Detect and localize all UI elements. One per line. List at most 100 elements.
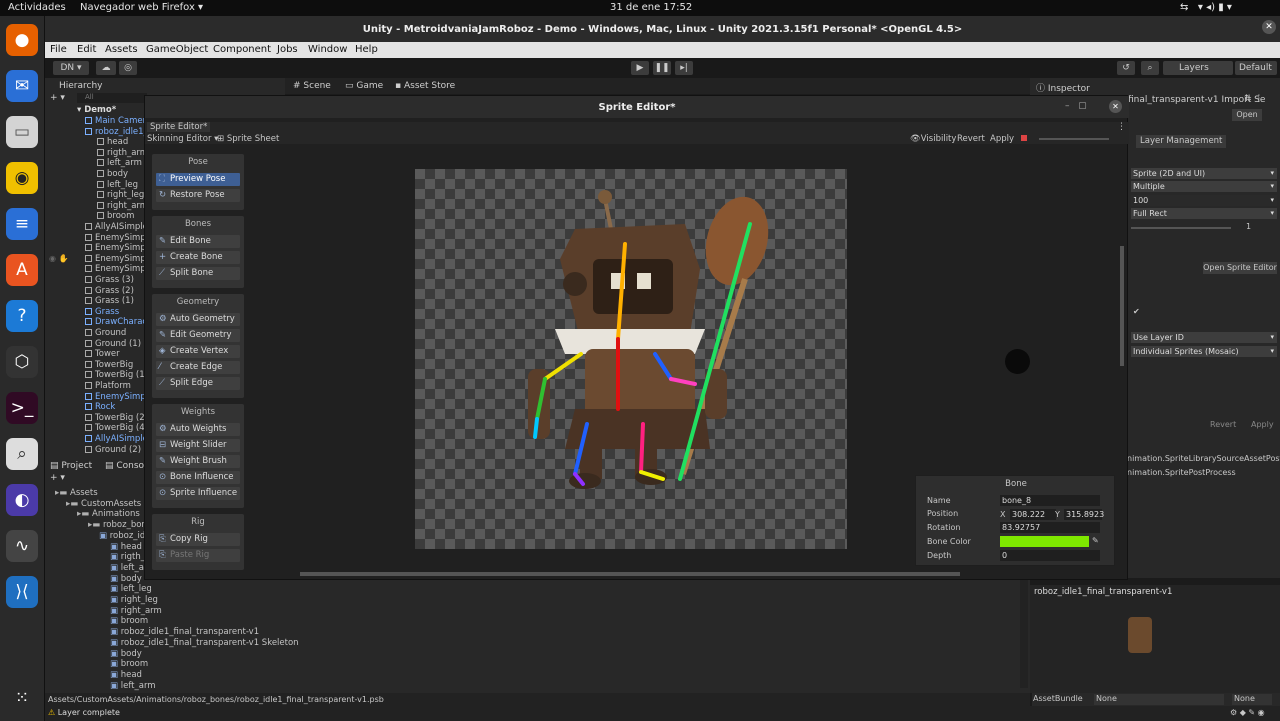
project-tree-item[interactable]: ▣ body xyxy=(110,574,142,584)
browser-icon[interactable]: ◐ xyxy=(6,484,38,516)
project-tree-item[interactable]: ▣ right_leg xyxy=(110,595,158,605)
vertical-scrollbar[interactable] xyxy=(1120,246,1124,366)
hierarchy-item[interactable]: left_arm xyxy=(97,158,142,168)
hierarchy-item[interactable]: Ground (2) xyxy=(85,445,141,455)
cloud-icon[interactable]: ☁ xyxy=(96,61,116,75)
tool-button-auto-weights[interactable]: ⚙ Auto Weights xyxy=(156,423,240,436)
hierarchy-item[interactable]: Tower xyxy=(85,349,120,359)
menu-window[interactable]: Window xyxy=(308,44,347,55)
tool-button-weight-brush[interactable]: ✎ Weight Brush xyxy=(156,455,240,468)
firefox-app-menu[interactable]: Navegador web Firefox ▾ xyxy=(80,2,203,13)
writer-icon[interactable]: ≡ xyxy=(6,208,38,240)
more-icon[interactable]: ⋮ xyxy=(1117,122,1126,132)
step-button[interactable]: ▸| xyxy=(675,61,693,75)
hierarchy-item[interactable]: right_leg xyxy=(97,190,144,200)
mode-dropdown[interactable]: Skinning Editor ▾ xyxy=(147,134,218,144)
sprite-mode-dropdown[interactable]: Multiple xyxy=(1131,181,1277,192)
tool-button-sprite-influence[interactable]: ⊙ Sprite Influence xyxy=(156,487,240,500)
search-icon[interactable]: ⌕ xyxy=(1141,61,1159,75)
tool-button-split-bone[interactable]: ⟋ Split Bone xyxy=(156,267,240,280)
files-icon[interactable]: ▭ xyxy=(6,116,38,148)
horizontal-scrollbar[interactable] xyxy=(300,572,960,576)
visibility-toggle[interactable]: 👁Visibility xyxy=(910,134,956,144)
hierarchy-item[interactable]: left_leg xyxy=(97,180,138,190)
project-tree-item[interactable]: ▸▬ Animations xyxy=(77,509,140,519)
tab-game[interactable]: ▭ Game xyxy=(345,81,383,91)
apply-button[interactable]: Apply xyxy=(1251,420,1274,429)
menu-help[interactable]: Help xyxy=(355,44,378,55)
unity-hub-icon[interactable]: ⬡ xyxy=(6,346,38,378)
project-tree-item[interactable]: ▣ left_arm xyxy=(110,681,156,691)
vscode-icon[interactable]: ⟩⟨ xyxy=(6,576,38,608)
help-icon[interactable]: ? xyxy=(6,300,38,332)
hierarchy-item[interactable]: rigth_arm xyxy=(97,148,148,158)
hierarchy-item[interactable]: Rock xyxy=(85,402,115,412)
tool-button-preview-pose[interactable]: ⛶ Preview Pose xyxy=(156,173,240,186)
project-add-button[interactable]: + ▾ xyxy=(50,473,65,483)
revert-button[interactable]: Revert xyxy=(1210,420,1236,429)
close-window-button[interactable]: ✕ xyxy=(1262,20,1276,34)
software-icon[interactable]: A xyxy=(6,254,38,286)
color-toggle-icon[interactable] xyxy=(1021,135,1027,141)
terminal-icon[interactable]: >_ xyxy=(6,392,38,424)
account-dropdown[interactable]: DN ▾ xyxy=(53,61,89,75)
app-grid-icon[interactable]: ⁙ xyxy=(6,682,38,714)
play-button[interactable]: ▶ xyxy=(631,61,649,75)
hierarchy-item[interactable]: Grass (1) xyxy=(85,296,134,306)
layers-dropdown[interactable]: Layers xyxy=(1163,61,1233,75)
tab-inspector[interactable]: ⓘ Inspector xyxy=(1036,81,1090,94)
hierarchy-item[interactable]: Main Camer xyxy=(85,116,146,126)
project-tree-item[interactable]: ▣ head xyxy=(110,670,142,680)
hierarchy-item[interactable]: Grass xyxy=(85,307,119,317)
hierarchy-item[interactable]: Platform xyxy=(85,381,131,391)
hierarchy-item[interactable]: TowerBig (1) xyxy=(85,370,148,380)
position-y-field[interactable]: 315.8923 xyxy=(1064,509,1104,520)
hierarchy-item[interactable]: TowerBig (4) xyxy=(85,423,148,433)
menu-jobs[interactable]: Jobs xyxy=(277,44,298,55)
system-monitor-icon[interactable]: ∿ xyxy=(6,530,38,562)
hierarchy-item[interactable]: Ground xyxy=(85,328,126,338)
tab-hierarchy[interactable]: Hierarchy xyxy=(59,81,103,91)
tool-button-split-edge[interactable]: ⟋ Split Edge xyxy=(156,377,240,390)
activities-button[interactable]: Actividades xyxy=(8,2,66,13)
hierarchy-item[interactable]: head xyxy=(97,137,128,147)
eyedropper-icon[interactable]: ✎ xyxy=(1092,536,1099,545)
add-button[interactable]: + ▾ xyxy=(50,93,65,103)
search-icon[interactable]: ⌕ xyxy=(6,438,38,470)
layout-dropdown[interactable]: Default xyxy=(1235,61,1277,75)
project-tree-item[interactable]: ▸▬ CustomAssets xyxy=(66,499,141,509)
tool-button-weight-slider[interactable]: ⊟ Weight Slider xyxy=(156,439,240,452)
pixels-per-unit-field[interactable]: 100 xyxy=(1131,195,1277,206)
menu-file[interactable]: File xyxy=(50,44,67,55)
menu-assets[interactable]: Assets xyxy=(105,44,138,55)
menu-component[interactable]: Component xyxy=(213,44,271,55)
rhythmbox-icon[interactable]: ◉ xyxy=(6,162,38,194)
extrude-slider[interactable] xyxy=(1131,227,1231,229)
hierarchy-item[interactable]: AllyAISimple xyxy=(85,434,148,444)
tool-button-create-bone[interactable]: + Create Bone xyxy=(156,251,240,264)
zoom-slider[interactable] xyxy=(1039,138,1109,140)
close-icon[interactable]: ✕ xyxy=(1109,100,1122,113)
project-tree-item[interactable]: ▸▬ Assets xyxy=(55,488,98,498)
tool-button-bone-influence[interactable]: ⊙ Bone Influence xyxy=(156,471,240,484)
texture-type-dropdown[interactable]: Sprite (2D and UI) xyxy=(1131,168,1277,179)
menu-edit[interactable]: Edit xyxy=(77,44,96,55)
hierarchy-item[interactable]: TowerBig xyxy=(85,360,133,370)
system-tray-icons[interactable]: ⇆ ▾ ◂) ▮ ▾ xyxy=(1180,2,1232,13)
project-tree-item[interactable]: ▣ right_arm xyxy=(110,606,162,616)
tool-button-create-vertex[interactable]: ◈ Create Vertex xyxy=(156,345,240,358)
bone-name-field[interactable]: bone_8 xyxy=(1000,495,1100,506)
tab-asset-store[interactable]: ▪ Asset Store xyxy=(395,81,455,91)
hierarchy-item[interactable]: Grass (3) xyxy=(85,275,134,285)
tool-button-edit-geometry[interactable]: ✎ Edit Geometry xyxy=(156,329,240,342)
firefox-icon[interactable]: ● xyxy=(6,24,38,56)
checkbox-checked[interactable]: ✔ xyxy=(1133,307,1140,316)
hierarchy-item[interactable]: AllyAISimple xyxy=(85,222,148,232)
hierarchy-item[interactable]: broom xyxy=(97,211,134,221)
project-tree-item[interactable]: ▣ left_leg xyxy=(110,584,152,594)
project-tree-item[interactable]: ▣ broom xyxy=(110,659,148,669)
collab-icon[interactable]: ◎ xyxy=(119,61,137,75)
project-tree-item[interactable]: ▣ body xyxy=(110,649,142,659)
history-icon[interactable]: ↺ xyxy=(1117,61,1135,75)
asset-bundle-dropdown[interactable]: None xyxy=(1094,694,1224,705)
